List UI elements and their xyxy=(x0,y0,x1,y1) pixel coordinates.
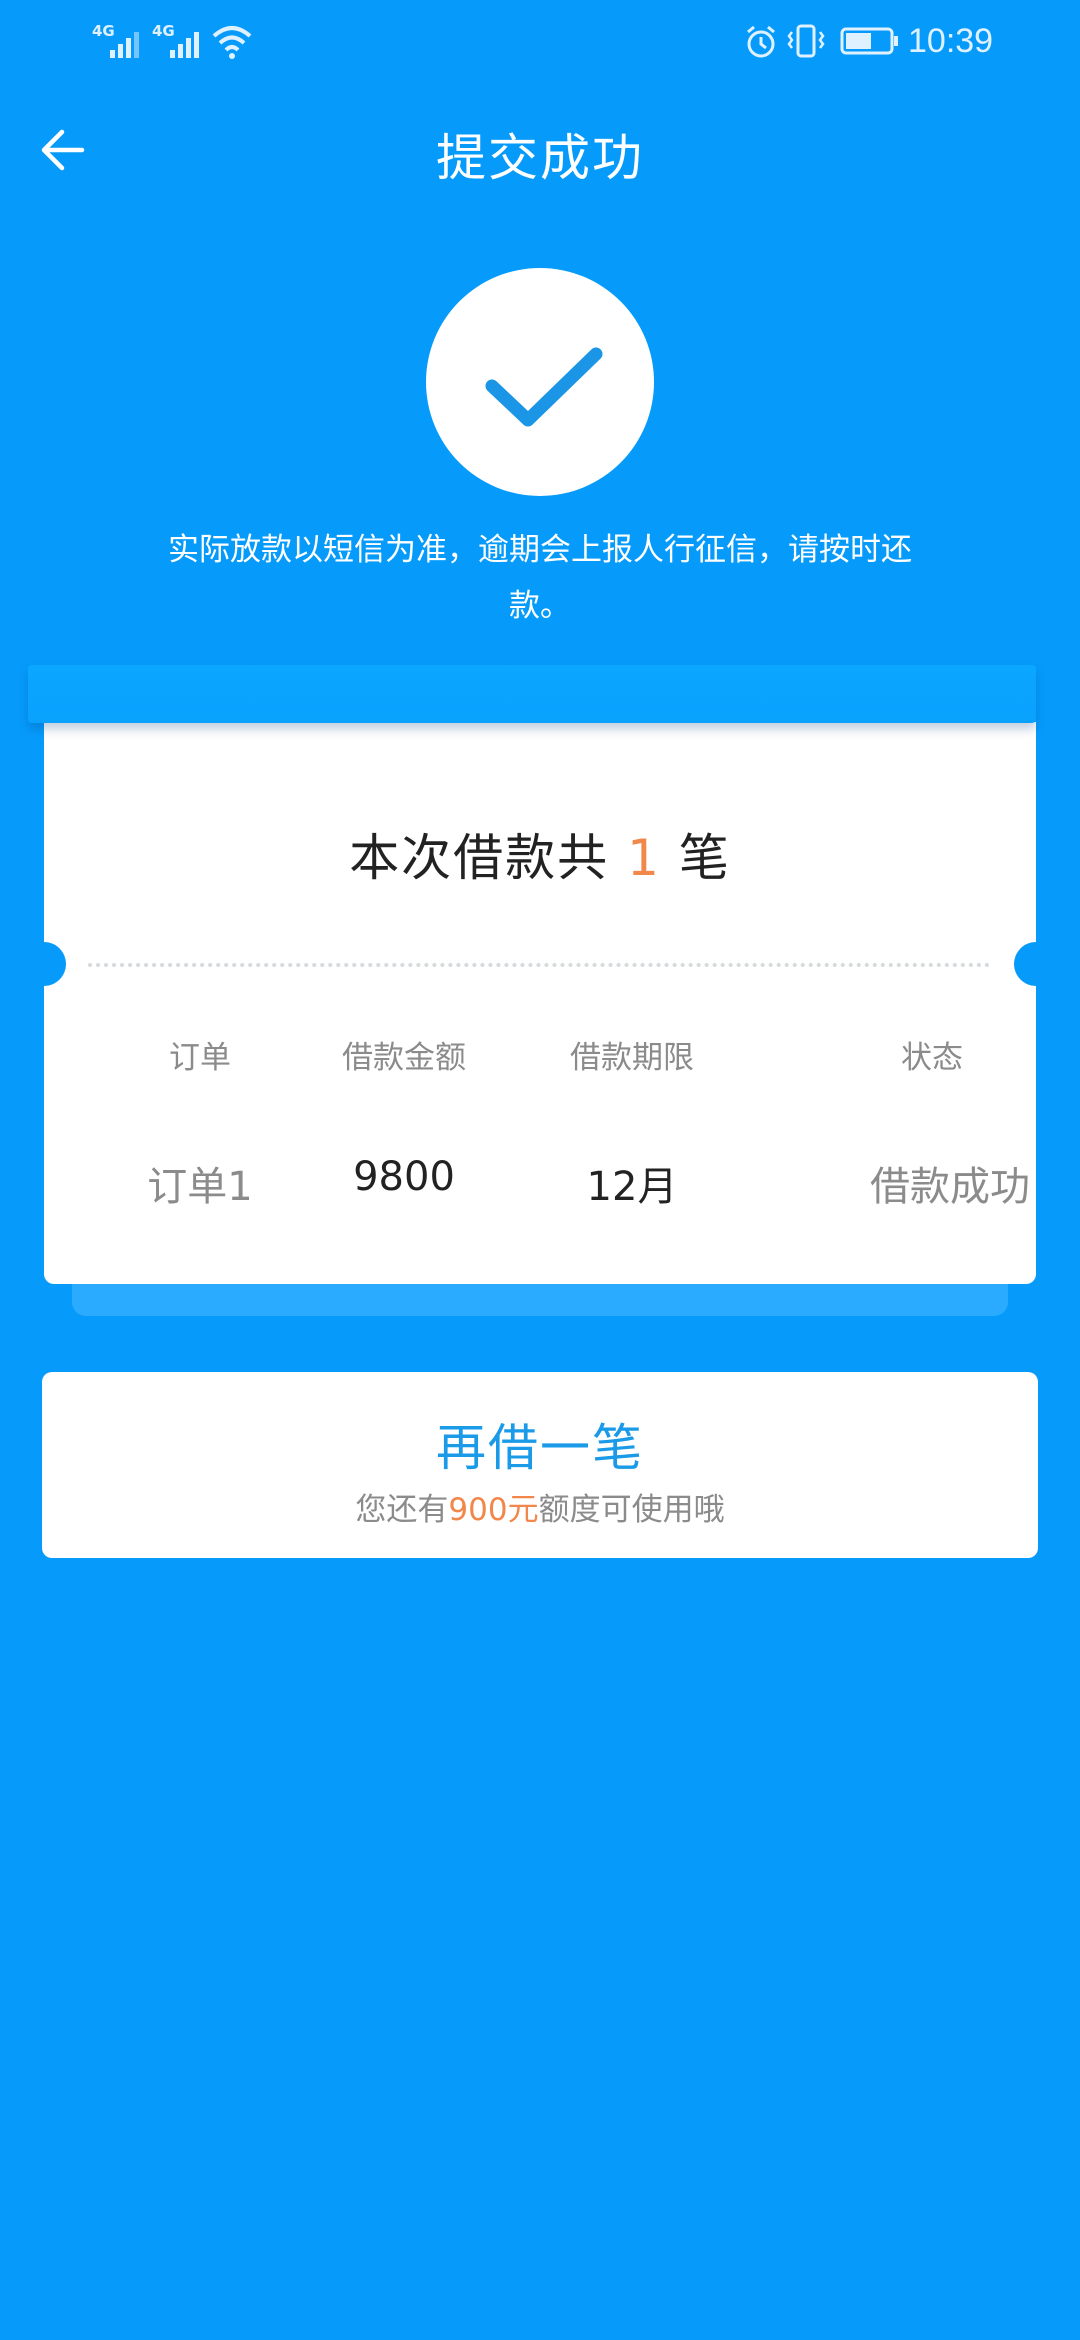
loan-count: 1 xyxy=(627,829,661,887)
vibrate-icon xyxy=(787,24,825,58)
wifi-icon xyxy=(212,26,252,59)
available-credit-amount: 900元 xyxy=(448,1492,539,1528)
column-header-amount: 借款金额 xyxy=(342,1040,466,1076)
page: 4G 4G 10:39 提交成功 实际放款以短信为准，逾期会上报人行征信，请按时… xyxy=(0,0,1080,2340)
checkmark-icon xyxy=(485,347,603,427)
loan-count-summary: 本次借款共 1 笔 xyxy=(349,829,731,887)
column-header-term: 借款期限 xyxy=(570,1040,694,1076)
borrow-again-title: 再借一笔 xyxy=(436,1419,644,1477)
ticket-slot xyxy=(28,665,1036,723)
battery-icon xyxy=(840,27,898,55)
cell-status: 借款成功 xyxy=(870,1164,1030,1210)
signal-icon-sim1: 4G xyxy=(92,22,144,62)
clock-time: 10:39 xyxy=(908,22,994,60)
cell-term: 12月 xyxy=(586,1164,678,1210)
ticket-divider xyxy=(88,963,990,967)
cell-amount: 9800 xyxy=(353,1154,455,1200)
signal-icon-sim2: 4G xyxy=(152,22,204,62)
ticket-notch-right xyxy=(1014,942,1058,986)
status-bar: 4G 4G 10:39 xyxy=(0,0,1080,84)
available-credit-text: 您还有900元额度可使用哦 xyxy=(355,1492,725,1528)
page-title: 提交成功 xyxy=(436,129,644,187)
success-badge xyxy=(426,268,654,496)
borrow-again-button[interactable]: 再借一笔 您还有900元额度可使用哦 xyxy=(42,1372,1038,1558)
column-header-status: 状态 xyxy=(901,1040,963,1076)
cell-order: 订单1 xyxy=(147,1164,253,1210)
column-header-order: 订单 xyxy=(169,1040,231,1076)
ticket-notch-left xyxy=(22,942,66,986)
alarm-icon xyxy=(747,25,775,58)
loan-summary-card: 本次借款共 1 笔 订单 借款金额 借款期限 状态 订单1 9800 12月 借… xyxy=(44,722,1036,1284)
loan-notice: 实际放款以短信为准，逾期会上报人行征信，请按时还款。 xyxy=(168,532,912,624)
